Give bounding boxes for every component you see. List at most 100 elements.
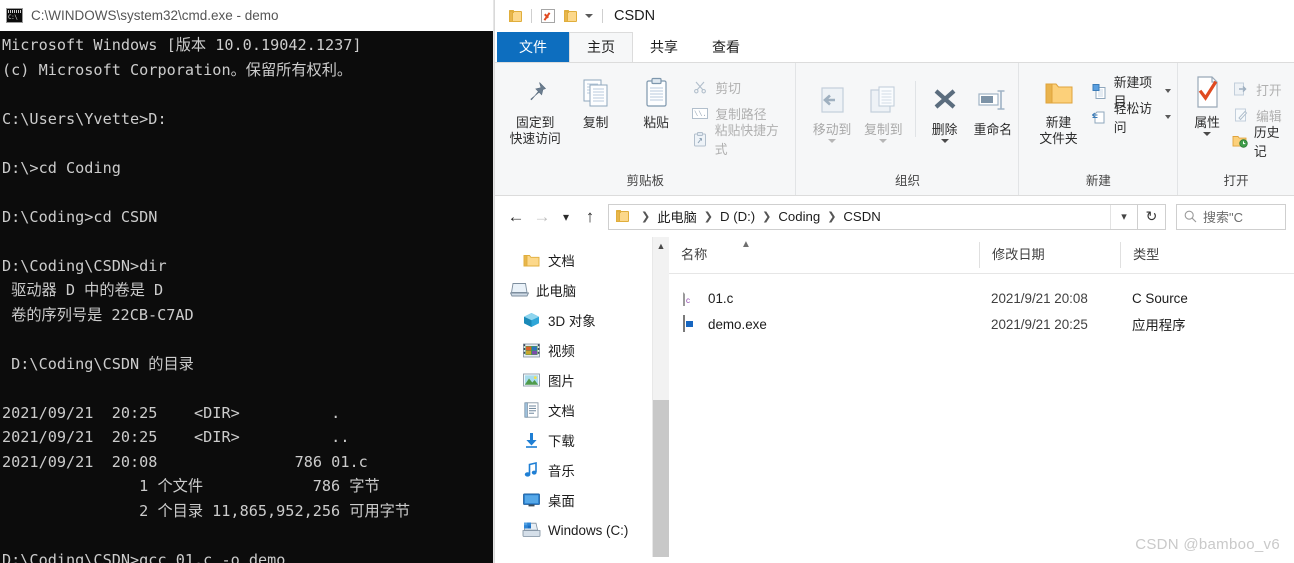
new-folder-icon[interactable] [564, 9, 577, 23]
history-button[interactable]: 历史记 [1231, 125, 1294, 159]
copy-to-button[interactable]: 复制到 [858, 77, 909, 143]
tab-home[interactable]: 主页 [569, 32, 633, 62]
chevron-down-icon[interactable] [828, 139, 837, 143]
chevron-down-icon[interactable] [940, 139, 949, 143]
nav-item-2[interactable]: 3D 对象 [495, 305, 669, 335]
rename-icon [976, 81, 1010, 119]
properties-check-icon[interactable] [541, 9, 555, 23]
svg-text:\\..: \\.. [694, 111, 708, 119]
recent-locations-chevron-down-icon[interactable]: ▾ [555, 204, 577, 230]
move-to-button[interactable]: 移动到 [806, 77, 857, 143]
pin-label-line2: 快速访问 [509, 131, 561, 146]
nav-item-9[interactable]: Windows (C:) [495, 515, 669, 545]
nav-item-label: 桌面 [548, 494, 575, 509]
address-dropdown-chevron-down-icon[interactable]: ▾ [1110, 204, 1137, 229]
breadcrumb-item-coding[interactable]: Coding [778, 209, 820, 224]
table-row[interactable]: 01.c 2021/9/21 20:08 C Source [669, 285, 1294, 311]
back-arrow-icon[interactable]: ← [503, 204, 529, 230]
open-button[interactable]: 打开 [1231, 76, 1294, 102]
ribbon-group-label-new: 新建 [1085, 174, 1111, 188]
cmd-console-output[interactable]: Microsoft Windows [版本 10.0.19042.1237] (c… [0, 31, 494, 563]
explorer-titlebar[interactable]: CSDN [495, 0, 1294, 32]
file-list-pane: 名称 ▲ 修改日期 类型 01.c 2021/9/21 20:08 C Source… [669, 237, 1294, 557]
tab-view[interactable]: 查看 [695, 32, 757, 62]
easy-access-icon [1091, 108, 1109, 126]
file-date-cell: 2021/9/21 20:25 [991, 316, 1088, 332]
navigation-pane: 文档 此电脑 3D 对象 视频 图片 文档 下载 音乐 桌面 Windows (C:) ▲ [495, 237, 669, 557]
breadcrumb-separator: ❯ [762, 211, 772, 223]
cut-button[interactable]: 剪切 [690, 74, 795, 100]
console-line: D:\Coding\CSDN>dir [2, 256, 167, 275]
tab-share[interactable]: 共享 [633, 32, 695, 62]
chevron-down-icon[interactable] [1165, 89, 1172, 93]
copy-button[interactable]: 复制 [565, 70, 625, 131]
file-name-cell[interactable]: 01.c [669, 288, 979, 307]
chevron-down-icon[interactable] [879, 139, 888, 143]
breadcrumb-separator: ❯ [827, 211, 837, 223]
chevron-down-icon[interactable] [1165, 115, 1172, 119]
search-input[interactable]: 搜索"C [1176, 203, 1286, 230]
refresh-icon[interactable]: ↻ [1138, 203, 1166, 230]
folder-icon[interactable] [509, 9, 522, 23]
rename-button[interactable]: 重命名 [967, 77, 1018, 138]
chevron-down-icon[interactable] [1203, 132, 1212, 136]
toolbar-divider [531, 9, 532, 23]
new-folder-button[interactable]: 新建 文件夹 [1032, 70, 1084, 147]
paste-shortcut-icon [690, 130, 709, 148]
cmd-titlebar[interactable]: C:\ C:\WINDOWS\system32\cmd.exe - demo [0, 0, 494, 31]
nav-item-8[interactable]: 桌面 [495, 485, 669, 515]
file-name-cell[interactable]: demo.exe [669, 314, 979, 333]
delete-button[interactable]: 删除 [922, 77, 967, 143]
properties-button[interactable]: 属性 [1187, 70, 1227, 136]
copy-to-icon [866, 81, 900, 119]
easy-access-button[interactable]: 轻松访问 [1091, 101, 1178, 135]
file-type-cell: 应用程序 [1132, 318, 1186, 333]
breadcrumb-separator: ❯ [703, 211, 713, 223]
copy-icon [579, 74, 613, 112]
breadcrumb-bar[interactable]: ❯ 此电脑 ❯ D (D:) ❯ Coding ❯ CSDN ▾ [608, 203, 1138, 230]
nav-item-label: Windows (C:) [548, 522, 629, 538]
column-header-type[interactable]: 类型 [1120, 242, 1270, 268]
csdn-watermark: CSDN @bamboo_v6 [1135, 536, 1280, 553]
table-row[interactable]: demo.exe 2021/9/21 20:25 应用程序 [669, 311, 1294, 337]
new-folder-icon [1042, 74, 1076, 112]
console-line: 2021/09/21 20:25 <DIR> . [2, 403, 341, 422]
paste-button[interactable]: 粘贴 [626, 70, 686, 131]
breadcrumb-item-csdn[interactable]: CSDN [843, 209, 880, 224]
nav-item-label: 文档 [548, 254, 575, 269]
nav-item-6[interactable]: 下载 [495, 425, 669, 455]
column-header-date[interactable]: 修改日期 [979, 242, 1120, 268]
nav-scrollbar[interactable]: ▲ [652, 237, 669, 557]
file-date-cell: 2021/9/21 20:08 [991, 290, 1088, 306]
scrollbar-thumb[interactable] [653, 400, 669, 557]
chevron-down-icon[interactable] [585, 14, 593, 18]
folder-icon [616, 210, 629, 223]
breadcrumb-item-this-pc[interactable]: 此电脑 [657, 207, 697, 226]
nav-item-7[interactable]: 音乐 [495, 455, 669, 485]
nav-item-0[interactable]: 文档 [495, 245, 669, 275]
nav-item-3[interactable]: 视频 [495, 335, 669, 365]
nav-item-1[interactable]: 此电脑 [495, 275, 669, 305]
pictures-icon [521, 371, 541, 389]
new-folder-label-2: 文件夹 [1039, 131, 1078, 146]
tab-file[interactable]: 文件 [497, 32, 569, 62]
breadcrumb-item-d-drive[interactable]: D (D:) [720, 209, 755, 224]
history-label: 历史记 [1253, 125, 1280, 159]
nav-item-label: 此电脑 [536, 284, 577, 299]
easy-access-label: 轻松访问 [1113, 101, 1153, 135]
forward-arrow-icon[interactable]: → [529, 204, 555, 230]
nav-item-5[interactable]: 文档 [495, 395, 669, 425]
pin-to-quick-access-button[interactable]: 固定到 快速访问 [505, 70, 565, 147]
chevron-up-icon[interactable]: ▲ [653, 237, 669, 254]
nav-item-4[interactable]: 图片 [495, 365, 669, 395]
cmd-window: C:\ C:\WINDOWS\system32\cmd.exe - demo M… [0, 0, 494, 563]
up-arrow-icon[interactable]: ↑ [577, 204, 603, 230]
file-name: demo.exe [708, 316, 767, 332]
ribbon-group-organize: 移动到 复制到 删除 重命名 组织 [795, 63, 1018, 195]
nav-item-label: 文档 [548, 404, 575, 419]
nav-item-label: 音乐 [548, 464, 575, 479]
paste-shortcut-button[interactable]: 粘贴快捷方式 [690, 123, 795, 157]
ribbon-tabs: 文件 主页 共享 查看 [495, 32, 1294, 62]
column-header-name[interactable]: 名称 ▲ [669, 239, 979, 268]
